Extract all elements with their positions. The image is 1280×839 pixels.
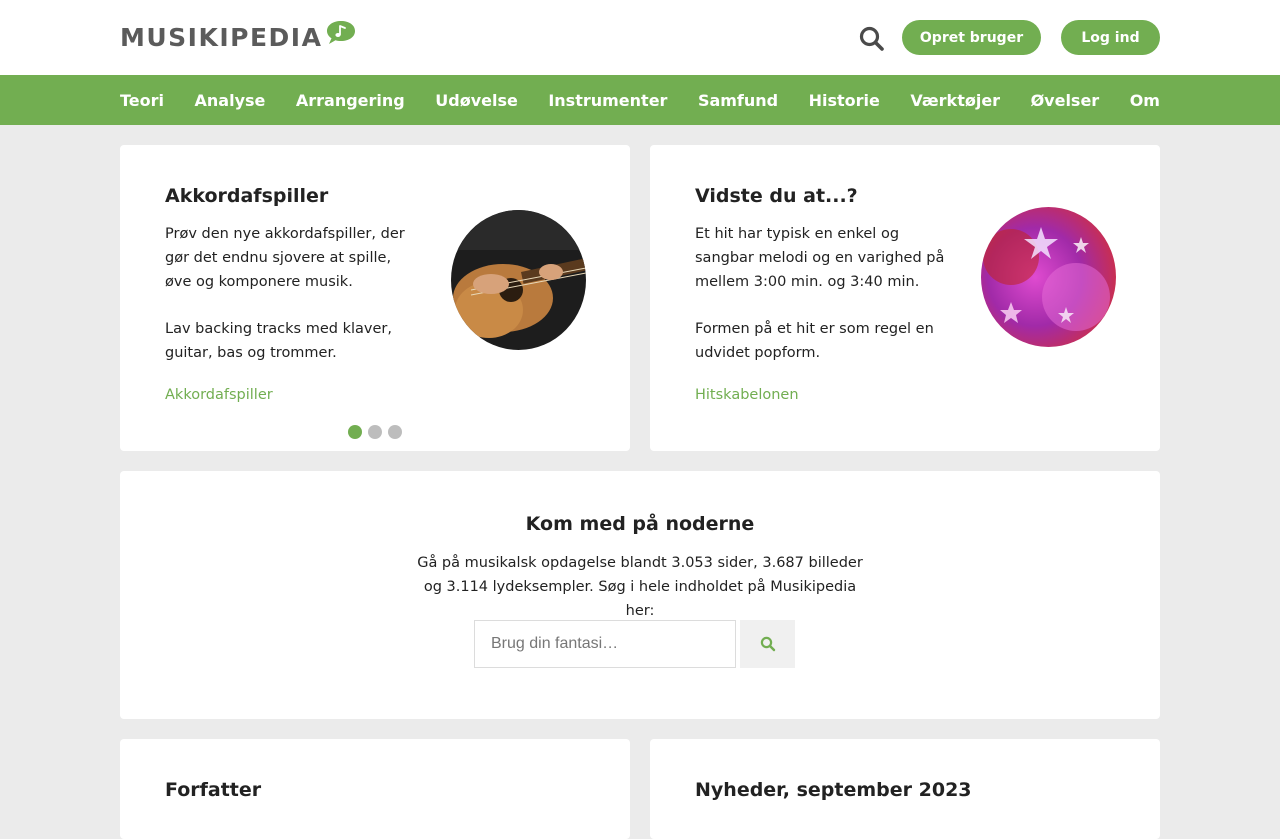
nav-item-arrangering[interactable]: Arrangering xyxy=(296,91,405,110)
search-icon xyxy=(760,636,775,652)
site-search-card: Kom med på noderne Gå på musikalsk opdag… xyxy=(120,471,1160,719)
carousel-pagination xyxy=(348,425,402,439)
fact-paragraph-1: Et hit har typisk en enkel og sangbar me… xyxy=(695,226,945,290)
carousel-dot-2[interactable] xyxy=(368,425,382,439)
nav-item-vaerktojer[interactable]: Værktøjer xyxy=(910,91,1000,110)
carousel-paragraph-1: Prøv den nye akkordafspiller, der gør de… xyxy=(165,226,405,290)
fact-title: Vidste du at...? xyxy=(695,185,858,207)
nav-item-samfund[interactable]: Samfund xyxy=(698,91,778,110)
fact-link[interactable]: Hitskabelonen xyxy=(695,387,799,403)
carousel-dot-1[interactable] xyxy=(348,425,362,439)
author-card: Forfatter xyxy=(120,739,630,839)
stars-image xyxy=(981,207,1116,347)
header-search-button[interactable] xyxy=(858,25,886,53)
search-icon xyxy=(859,26,884,51)
music-note-bubble-icon xyxy=(327,21,356,44)
nav-item-analyse[interactable]: Analyse xyxy=(195,91,266,110)
carousel-body: Prøv den nye akkordafspiller, der gør de… xyxy=(165,222,415,365)
main-navigation: Teori Analyse Arrangering Udøvelse Instr… xyxy=(0,75,1280,125)
site-search-input[interactable] xyxy=(474,620,736,668)
fact-paragraph-2: Formen på et hit er som regel en udvidet… xyxy=(695,321,934,361)
nav-item-om[interactable]: Om xyxy=(1130,91,1160,110)
guitar-image xyxy=(451,210,586,350)
logo-text: MUSIKIPEDIA xyxy=(120,23,323,52)
site-logo[interactable]: MUSIKIPEDIA xyxy=(120,21,356,54)
nav-item-instrumenter[interactable]: Instrumenter xyxy=(548,91,667,110)
author-title: Forfatter xyxy=(165,779,262,801)
news-title: Nyheder, september 2023 xyxy=(695,779,972,801)
fact-body: Et hit har typisk en enkel og sangbar me… xyxy=(695,222,945,365)
nav-item-historie[interactable]: Historie xyxy=(809,91,880,110)
nav-item-udovelse[interactable]: Udøvelse xyxy=(435,91,518,110)
feature-carousel-card: Akkordafspiller Prøv den nye akkordafspi… xyxy=(120,145,630,451)
carousel-link[interactable]: Akkordafspiller xyxy=(165,387,273,403)
nav-item-ovelser[interactable]: Øvelser xyxy=(1031,91,1100,110)
search-title: Kom med på noderne xyxy=(525,513,755,535)
signup-button[interactable]: Opret bruger xyxy=(902,20,1041,55)
carousel-paragraph-2: Lav backing tracks med klaver, guitar, b… xyxy=(165,321,392,361)
login-button[interactable]: Log ind xyxy=(1061,20,1160,55)
nav-item-teori[interactable]: Teori xyxy=(120,91,164,110)
carousel-title: Akkordafspiller xyxy=(165,185,329,207)
carousel-dot-3[interactable] xyxy=(388,425,402,439)
search-description: Gå på musikalsk opdagelse blandt 3.053 s… xyxy=(417,555,863,619)
news-card: Nyheder, september 2023 xyxy=(650,739,1160,839)
fact-card: Vidste du at...? Et hit har typisk en en… xyxy=(650,145,1160,451)
site-search-submit[interactable] xyxy=(740,620,795,668)
site-header: MUSIKIPEDIA Opret bruger Log ind xyxy=(0,0,1280,75)
